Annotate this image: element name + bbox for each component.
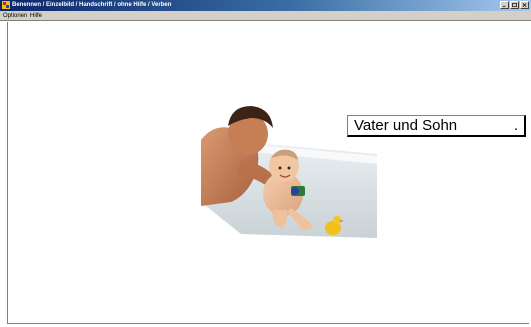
answer-text: Vater und Sohn	[354, 117, 458, 134]
close-button[interactable]	[520, 1, 529, 9]
minimize-icon	[502, 5, 506, 7]
maximize-icon	[512, 3, 517, 8]
menu-item-hilfe[interactable]: Hilfe	[30, 11, 42, 21]
window-title: Benennen / Einzelbild / Handschrift / oh…	[12, 2, 172, 8]
app-icon	[2, 1, 10, 9]
menu-bar: Optionen Hilfe	[0, 11, 531, 21]
menu-item-optionen[interactable]: Optionen	[3, 11, 27, 21]
title-bar[interactable]: Benennen / Einzelbild / Handschrift / oh…	[0, 0, 531, 11]
minimize-button[interactable]	[500, 1, 509, 9]
maximize-button[interactable]	[510, 1, 519, 9]
answer-end-marker: .	[513, 117, 518, 134]
answer-field[interactable]: Vater und Sohn .	[347, 115, 526, 137]
close-icon	[522, 3, 527, 8]
exercise-area: Vater und Sohn .	[7, 22, 529, 324]
window-controls	[500, 1, 529, 9]
app-window: Benennen / Einzelbild / Handschrift / oh…	[0, 0, 531, 327]
